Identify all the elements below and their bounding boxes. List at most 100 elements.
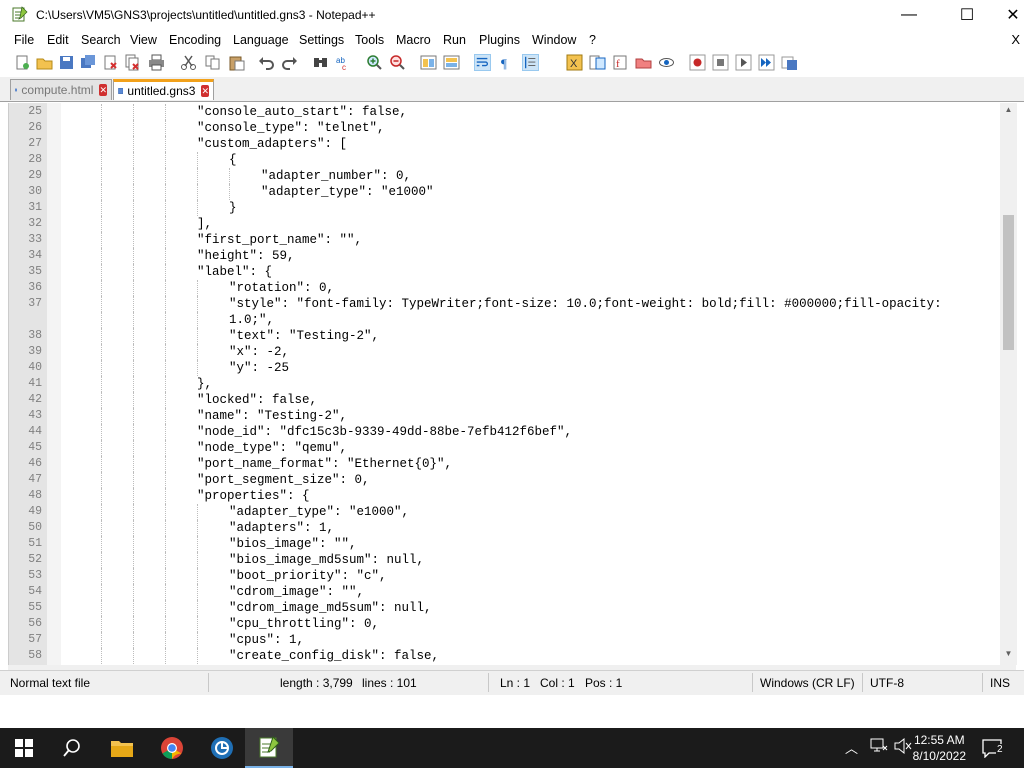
find-icon[interactable] (312, 54, 329, 71)
close-document-x[interactable]: X (1011, 32, 1020, 47)
code-line[interactable]: 48 "properties": { (9, 488, 999, 504)
copy-icon[interactable] (204, 54, 221, 71)
code-line[interactable]: 58 "create_config_disk": false, (9, 648, 999, 664)
tab-close-icon[interactable]: ✕ (201, 85, 209, 97)
code-line[interactable]: 32], (9, 216, 999, 232)
zoom-in-icon[interactable] (366, 54, 383, 71)
code-line[interactable]: 31} (9, 200, 999, 216)
document-map-icon[interactable] (589, 54, 606, 71)
title-bar[interactable]: C:\Users\VM5\GNS3\projects\untitled\unti… (0, 0, 1024, 30)
sync-horizontal-icon[interactable] (443, 54, 460, 71)
replace-icon[interactable]: abc (335, 54, 352, 71)
menu-run[interactable]: Run (443, 33, 466, 47)
code-line[interactable]: 54 "cdrom_image": "", (9, 584, 999, 600)
code-line[interactable]: 40 "y": -25 (9, 360, 999, 376)
scroll-up-arrow-icon[interactable]: ▲ (1000, 105, 1017, 119)
code-line[interactable]: 29 "adapter_number": 0, (9, 168, 999, 184)
function-list-icon[interactable]: f (612, 54, 629, 71)
stop-macro-icon[interactable] (712, 54, 729, 71)
code-line[interactable]: 45 "node_type": "qemu", (9, 440, 999, 456)
record-macro-icon[interactable] (689, 54, 706, 71)
code-line[interactable]: 43 "name": "Testing-2", (9, 408, 999, 424)
code-line[interactable]: 37 "style": "font-family: TypeWriter;font… (9, 296, 999, 312)
tab-compute-html[interactable]: compute.html ✕ (10, 79, 112, 100)
save-macro-icon[interactable] (781, 54, 798, 71)
cut-icon[interactable] (180, 54, 197, 71)
close-file-icon[interactable] (102, 54, 119, 71)
minimize-button[interactable]: — (886, 0, 932, 30)
indent-guide-icon[interactable] (522, 54, 539, 71)
system-clock[interactable]: 12:55 AM 8/10/2022 (913, 732, 966, 764)
paste-icon[interactable] (228, 54, 245, 71)
show-all-characters-icon[interactable]: ¶ (497, 54, 514, 71)
code-line[interactable]: 49 "adapter_type": "e1000", (9, 504, 999, 520)
code-line[interactable]: 27 "custom_adapters": [ (9, 136, 999, 152)
code-line[interactable]: 30 "adapter_type": "e1000" (9, 184, 999, 200)
monitoring-eye-icon[interactable] (658, 54, 675, 71)
code-line[interactable]: 34 "height": 59, (9, 248, 999, 264)
code-line[interactable]: 26 "console_type": "telnet", (9, 120, 999, 136)
code-line[interactable]: 33 "first_port_name": "", (9, 232, 999, 248)
status-encoding[interactable]: UTF-8 (870, 676, 904, 690)
vertical-scrollbar[interactable]: ▲ ▼ (1000, 103, 1017, 665)
tab-untitled-gns3[interactable]: untitled.gns3 ✕ (113, 79, 214, 100)
taskbar-chrome[interactable] (148, 728, 196, 768)
open-file-icon[interactable] (36, 54, 53, 71)
code-line[interactable]: 38 "text": "Testing-2", (9, 328, 999, 344)
taskbar-notepadpp[interactable] (245, 728, 293, 768)
user-language-icon[interactable]: X (566, 54, 583, 71)
show-hidden-icons-chevron-icon[interactable]: ︿ (845, 738, 858, 757)
run-macro-multiple-icon[interactable] (758, 54, 775, 71)
undo-icon[interactable] (258, 54, 275, 71)
menu-plugins[interactable]: Plugins (479, 33, 520, 47)
scrollbar-thumb[interactable] (1003, 215, 1014, 350)
menu-language[interactable]: Language (233, 33, 289, 47)
print-icon[interactable] (148, 54, 165, 71)
start-button[interactable] (0, 728, 48, 768)
code-line[interactable]: 44 "node_id": "dfc15c3b-9339-49dd-88be-7e… (9, 424, 999, 440)
network-icon[interactable] (870, 738, 888, 754)
code-line[interactable]: 28 { (9, 152, 999, 168)
sync-vertical-icon[interactable] (420, 54, 437, 71)
menu-macro[interactable]: Macro (396, 33, 431, 47)
word-wrap-icon[interactable] (474, 54, 491, 71)
code-line[interactable]: 52 "bios_image_md5sum": null, (9, 552, 999, 568)
code-line[interactable]: 47 "port_segment_size": 0, (9, 472, 999, 488)
code-line[interactable]: 55 "cdrom_image_md5sum": null, (9, 600, 999, 616)
new-file-icon[interactable] (14, 54, 31, 71)
code-line[interactable]: 56 "cpu_throttling": 0, (9, 616, 999, 632)
menu-tools[interactable]: Tools (355, 33, 384, 47)
notifications-button[interactable]: 2 (982, 738, 1004, 761)
menu-file[interactable]: File (14, 33, 34, 47)
code-line[interactable]: 35 "label": { (9, 264, 999, 280)
close-button[interactable]: ✕ (990, 0, 1024, 30)
menu-settings[interactable]: Settings (299, 33, 344, 47)
menu-window[interactable]: Window (532, 33, 576, 47)
menu-edit[interactable]: Edit (47, 33, 69, 47)
code-line[interactable]: 53 "boot_priority": "c", (9, 568, 999, 584)
tab-close-icon[interactable]: ✕ (99, 84, 107, 96)
code-line[interactable]: 36 "rotation": 0, (9, 280, 999, 296)
redo-icon[interactable] (281, 54, 298, 71)
text-editor[interactable]: 25 "console_auto_start": false, 26 "console… (8, 103, 1017, 665)
save-icon[interactable] (58, 54, 75, 71)
status-eol[interactable]: Windows (CR LF) (760, 676, 855, 690)
play-macro-icon[interactable] (735, 54, 752, 71)
code-line[interactable]: 57 "cpus": 1, (9, 632, 999, 648)
code-line[interactable]: 46 "port_name_format": "Ethernet{0}", (9, 456, 999, 472)
taskbar-gns3[interactable] (198, 728, 246, 768)
code-lines[interactable]: 25 "console_auto_start": false, 26 "console… (9, 104, 999, 664)
volume-muted-icon[interactable] (894, 738, 912, 754)
menu-view[interactable]: View (130, 33, 157, 47)
code-line[interactable]: 41}, (9, 376, 999, 392)
code-line[interactable]: 1.0;", (9, 312, 999, 328)
zoom-out-icon[interactable] (389, 54, 406, 71)
close-all-icon[interactable] (124, 54, 141, 71)
code-line[interactable]: 39 "x": -2, (9, 344, 999, 360)
code-line[interactable]: 50 "adapters": 1, (9, 520, 999, 536)
scroll-down-arrow-icon[interactable]: ▼ (1000, 649, 1017, 663)
menu-help[interactable]: ? (589, 33, 596, 47)
taskbar-file-explorer[interactable] (98, 728, 146, 768)
save-all-icon[interactable] (80, 54, 97, 71)
folder-as-workspace-icon[interactable] (635, 54, 652, 71)
